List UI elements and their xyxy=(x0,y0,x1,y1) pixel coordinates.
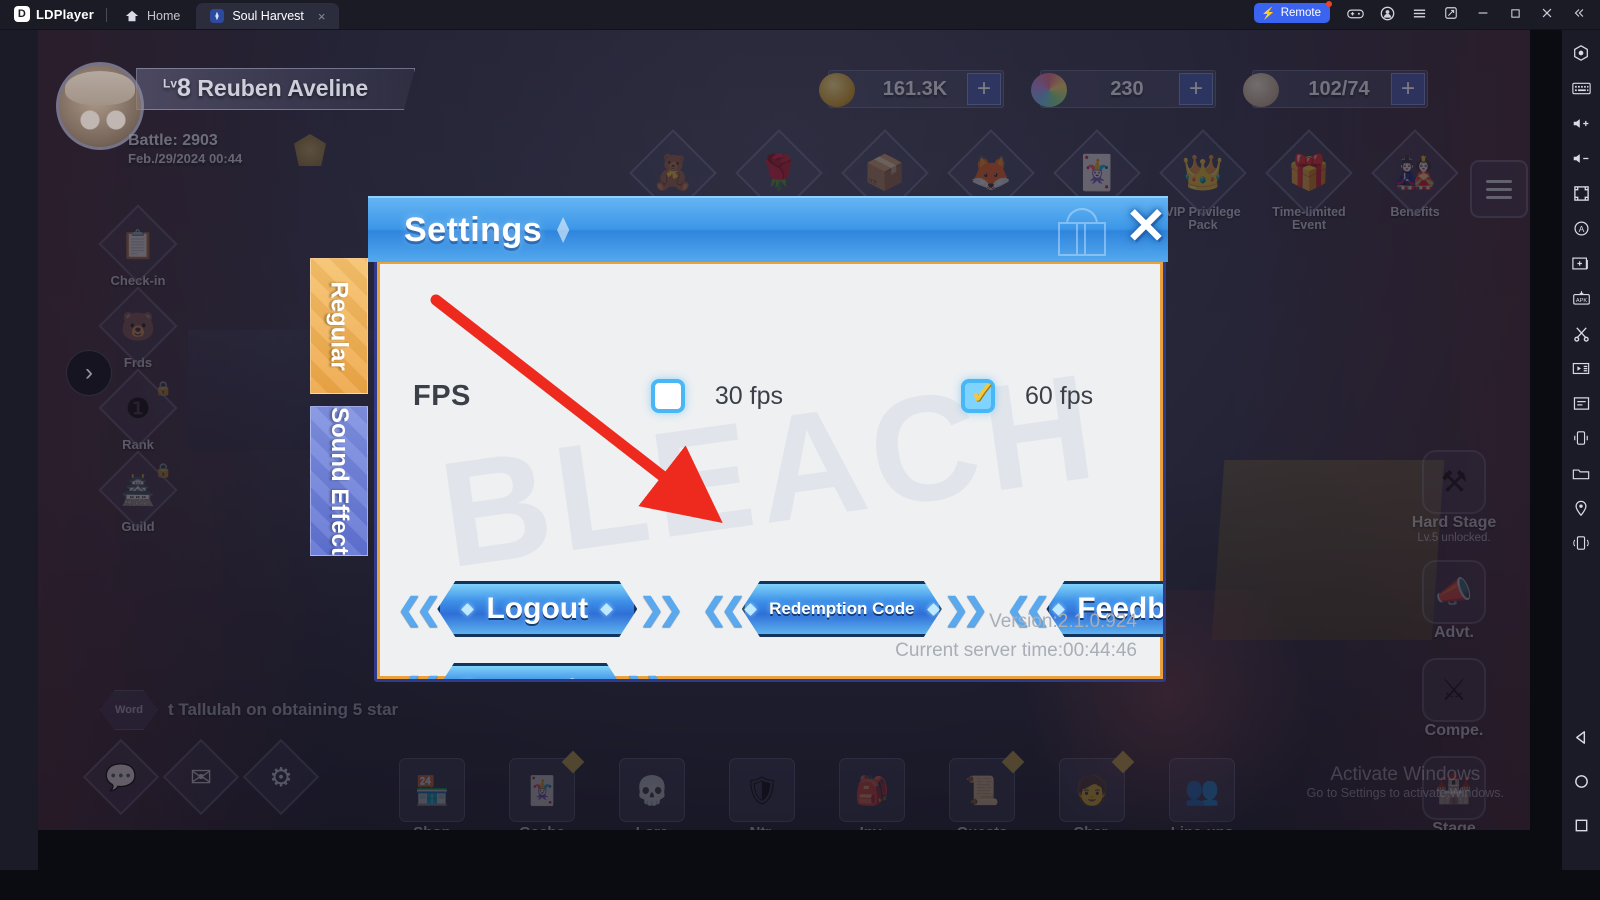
avatar-face xyxy=(77,105,129,135)
version-info: Version:2.1.0.924 Current server time:00… xyxy=(895,608,1137,665)
volume-up-icon[interactable] xyxy=(1568,112,1594,134)
chevron-left-icon: ❮❮ xyxy=(397,592,441,626)
folder-icon[interactable] xyxy=(1568,462,1594,484)
server-time-text: Current server time:00:44:46 xyxy=(895,639,1137,661)
tab-regular[interactable]: Regular xyxy=(310,258,368,394)
ldplayer-brand-label: LDPlayer xyxy=(36,6,94,22)
diamond-dot-icon xyxy=(461,602,475,616)
label-30fps: 30 fps xyxy=(714,381,784,410)
fps-setting-row: FPS 30 fps ✓ 60 fps xyxy=(413,379,1093,413)
scissors-icon[interactable] xyxy=(1568,322,1594,344)
tab-home-label: Home xyxy=(146,9,181,23)
settings-action-row-2: ❮❮ Game notice ❯❯ xyxy=(397,663,670,680)
svg-text:APK: APK xyxy=(1575,298,1586,304)
game-notice-button[interactable]: Game notice xyxy=(437,663,624,679)
chevron-left-icon: ❮❮ xyxy=(397,672,441,680)
settings-dialog: Regular Sound Effect BLEACH FPS 30 fps ✓… xyxy=(310,196,1168,682)
close-icon[interactable]: ✕ xyxy=(1118,198,1174,254)
multi-instance-icon[interactable] xyxy=(1436,0,1466,26)
keyboard-icon[interactable] xyxy=(1568,77,1594,99)
lightning-icon: ⚡ xyxy=(1261,7,1276,20)
remote-button[interactable]: ⚡ Remote xyxy=(1254,0,1332,23)
shake-icon[interactable] xyxy=(1568,427,1594,449)
checkbox-30fps[interactable] xyxy=(650,379,685,413)
ldplayer-logo: D LDPlayer xyxy=(0,0,106,29)
close-button[interactable] xyxy=(1532,0,1562,26)
player-level: 8 xyxy=(177,74,191,102)
account-icon[interactable] xyxy=(1372,0,1402,26)
tab-strip: Home Soul Harvest × xyxy=(111,0,340,29)
checkbox-60fps[interactable]: ✓ xyxy=(961,379,995,413)
screenshot-icon[interactable] xyxy=(1568,252,1594,274)
version-text: Version:2.1.0.924 xyxy=(989,611,1137,632)
chevron-right-icon: ❯❯ xyxy=(625,672,669,680)
settings-header: Settings ✕ xyxy=(368,196,1168,262)
avatar-hair xyxy=(65,71,135,105)
tab-home[interactable]: Home xyxy=(111,3,194,29)
remote-label: Remote xyxy=(1280,6,1321,19)
diamond-dot-icon xyxy=(744,602,757,616)
bottom-strip xyxy=(0,830,1600,900)
title-sparkle-icon xyxy=(556,217,570,243)
settings-body: BLEACH FPS 30 fps ✓ 60 fps ❮❮ Logout ❯❯ … xyxy=(374,258,1166,682)
video-record-icon[interactable] xyxy=(1568,357,1594,379)
tab-soul-harvest[interactable]: Soul Harvest × xyxy=(196,3,340,29)
diamond-dot-icon xyxy=(600,602,613,616)
minimize-button[interactable] xyxy=(1468,0,1498,26)
game-notice-label: Game notice xyxy=(458,675,602,679)
checkmark-icon: ✓ xyxy=(970,377,996,410)
install-apk-icon[interactable]: APK xyxy=(1568,287,1594,309)
logout-button-group[interactable]: ❮❮ Logout ❯❯ xyxy=(397,581,684,637)
label-60fps: 60 fps xyxy=(1025,381,1094,410)
avatar[interactable] xyxy=(56,62,144,150)
gift-icon xyxy=(1054,206,1110,258)
collapse-button[interactable] xyxy=(1564,0,1594,26)
logout-button[interactable]: Logout xyxy=(437,581,638,637)
titlebar-controls: ⚡ Remote xyxy=(1254,0,1600,29)
game-notice-button-group[interactable]: ❮❮ Game notice ❯❯ xyxy=(397,663,670,680)
divider xyxy=(105,8,107,22)
player-name-plate: Lv8 Reuben Aveline xyxy=(136,68,416,110)
game-icon xyxy=(210,9,225,23)
settings-icon[interactable] xyxy=(1568,42,1594,64)
logout-label: Logout xyxy=(486,592,589,625)
location-icon[interactable] xyxy=(1568,497,1594,519)
svg-text:A: A xyxy=(1578,223,1584,233)
auto-rotate-icon[interactable]: A xyxy=(1568,217,1594,239)
android-back-button[interactable] xyxy=(1568,726,1594,748)
operation-record-icon[interactable] xyxy=(1568,392,1594,414)
tab-soul-harvest-label: Soul Harvest xyxy=(232,9,304,23)
android-home-button[interactable] xyxy=(1568,770,1594,792)
volume-down-icon[interactable] xyxy=(1568,147,1594,169)
ldplayer-sidebar: A APK xyxy=(1562,30,1600,870)
maximize-button[interactable] xyxy=(1500,0,1530,26)
redemption-code-label: Redemption Code xyxy=(769,599,915,618)
menu-icon[interactable] xyxy=(1404,0,1434,26)
tab-sound-effect[interactable]: Sound Effect xyxy=(310,406,368,556)
fps-label: FPS xyxy=(413,379,471,412)
page-title: Lv8 Reuben Aveline xyxy=(163,74,368,103)
ldplayer-mark-icon: D xyxy=(14,6,30,22)
screen: D LDPlayer Home Soul Harvest × ⚡ Remote … xyxy=(0,0,1600,900)
gift-band xyxy=(1076,222,1086,256)
chevron-right-icon: ❯❯ xyxy=(639,592,683,626)
gamepad-icon[interactable] xyxy=(1340,0,1370,26)
ldplayer-titlebar: D LDPlayer Home Soul Harvest × ⚡ Remote xyxy=(0,0,1600,30)
chevron-left-icon: ❮❮ xyxy=(701,592,746,626)
tab-sound-effect-label: Sound Effect xyxy=(326,407,353,555)
player-level-prefix: Lv xyxy=(163,76,178,91)
player-name: Reuben Aveline xyxy=(197,75,369,101)
settings-title: Settings xyxy=(404,210,543,249)
home-icon xyxy=(125,9,139,23)
left-strip xyxy=(0,30,38,870)
tab-regular-label: Regular xyxy=(326,281,354,371)
tab-close-icon[interactable]: × xyxy=(318,9,326,24)
android-recents-button[interactable] xyxy=(1568,814,1594,836)
virtual-device-icon[interactable] xyxy=(1568,532,1594,554)
android-navigation xyxy=(1568,726,1594,870)
fullscreen-icon[interactable] xyxy=(1568,182,1594,204)
settings-tab-rail: Regular Sound Effect xyxy=(310,258,368,568)
